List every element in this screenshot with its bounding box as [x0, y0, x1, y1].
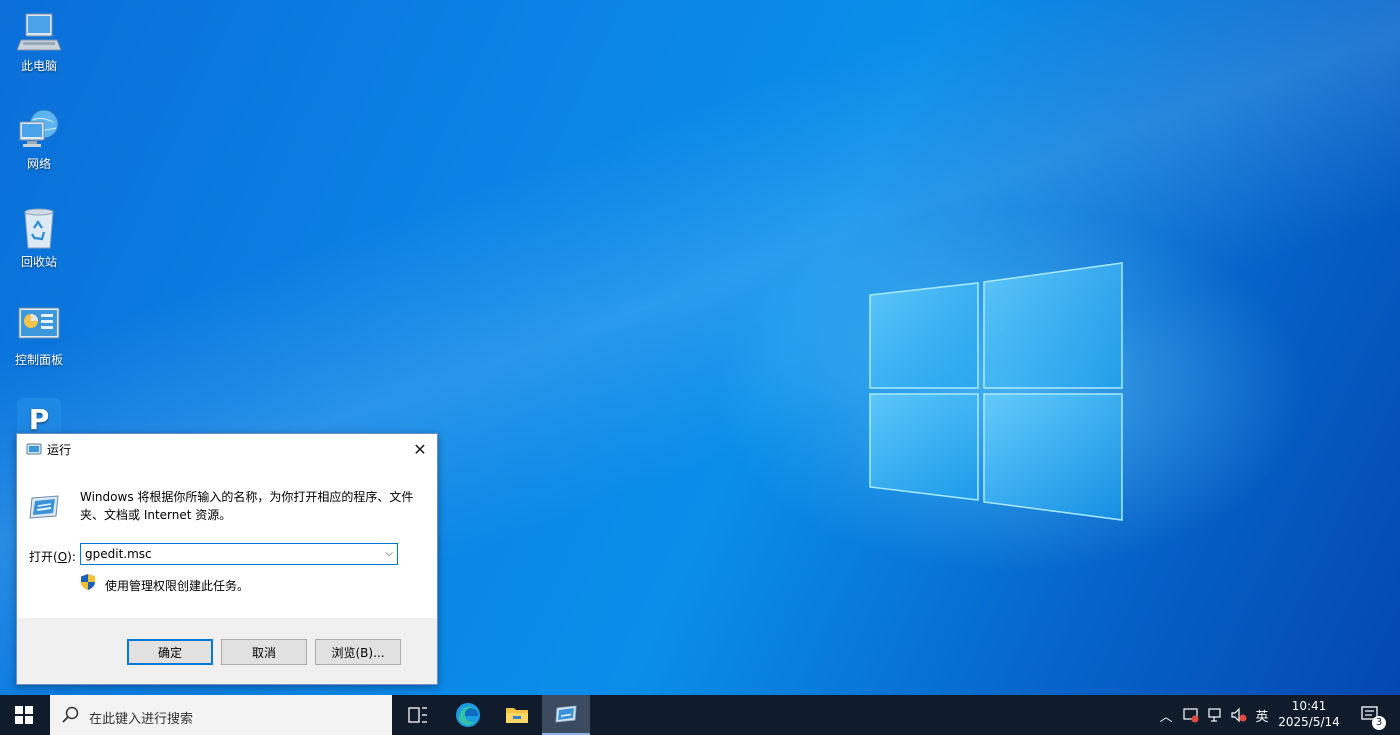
desktop-icon-network[interactable]: 网络: [6, 108, 72, 172]
taskbar-search-box[interactable]: 在此键入进行搜索: [50, 695, 392, 735]
chevron-down-icon[interactable]: ⌵: [385, 548, 393, 559]
taskbar-file-explorer-button[interactable]: [493, 695, 541, 735]
tray-volume-button[interactable]: [1228, 695, 1250, 735]
open-combobox[interactable]: gpedit.msc ⌵: [80, 543, 398, 565]
task-view-icon: [408, 707, 427, 723]
chevron-up-icon: ︿: [1159, 709, 1173, 725]
desktop-icon-recycle-bin[interactable]: 回收站: [6, 206, 72, 270]
search-placeholder: 在此键入进行搜索: [89, 712, 194, 727]
tray-security-button[interactable]: [1180, 695, 1202, 735]
recycle-bin-icon: [17, 206, 61, 250]
dialog-title: 运行: [47, 443, 72, 457]
security-alert-icon: [1183, 708, 1199, 723]
ok-button[interactable]: 确定: [127, 639, 213, 665]
task-view-button[interactable]: [394, 695, 442, 735]
control-panel-icon: [17, 304, 61, 348]
clock-time: 10:41: [1291, 699, 1327, 713]
taskbar: 在此键入进行搜索 ︿ 英 10:41 2025/5/14 3: [0, 695, 1400, 735]
windows-logo-wallpaper: [869, 262, 1123, 521]
desktop: 此电脑 网络 回收站 控制面板 P 运行 ✕ Windows 将根据你所输入的名…: [0, 0, 1400, 695]
desktop-icon-this-pc[interactable]: 此电脑: [6, 10, 72, 74]
show-hidden-icons-button[interactable]: ︿: [1156, 695, 1176, 735]
search-icon: [62, 706, 79, 723]
dialog-footer: 确定 取消 浏览(B)...: [17, 618, 437, 684]
network-icon: [17, 108, 61, 152]
taskbar-clock[interactable]: 10:41 2025/5/14: [1276, 698, 1342, 730]
cancel-button[interactable]: 取消: [221, 639, 307, 665]
close-button[interactable]: ✕: [403, 434, 437, 464]
clock-date: 2025/5/14: [1278, 715, 1340, 729]
desktop-icon-control-panel[interactable]: 控制面板: [6, 304, 72, 368]
open-label: 打开(O):: [29, 550, 76, 564]
run-app-icon: [555, 705, 577, 723]
close-icon: ✕: [413, 439, 427, 459]
ime-indicator[interactable]: 英: [1252, 695, 1272, 735]
edge-icon: [456, 703, 480, 727]
open-input[interactable]: gpedit.msc: [85, 547, 152, 561]
taskbar-run-button[interactable]: [542, 695, 590, 735]
uac-shield-icon: [81, 574, 95, 590]
this-pc-icon: [16, 10, 62, 54]
tray-network-button[interactable]: [1204, 695, 1226, 735]
dialog-description: Windows 将根据你所输入的名称，为你打开相应的程序、文件夹、文档或 Int…: [80, 490, 414, 522]
run-icon: [29, 495, 59, 519]
run-title-icon: [26, 443, 42, 455]
taskbar-edge-button[interactable]: [444, 695, 492, 735]
folder-icon: [506, 708, 528, 723]
browse-button[interactable]: 浏览(B)...: [315, 639, 401, 665]
network-status-icon: [1208, 708, 1221, 722]
volume-muted-icon: [1231, 707, 1247, 723]
notification-badge: 3: [1372, 716, 1386, 730]
windows-start-icon: [15, 706, 33, 724]
dialog-titlebar[interactable]: 运行 ✕: [17, 434, 437, 464]
admin-privilege-text: 使用管理权限创建此任务。: [105, 579, 250, 593]
run-dialog: 运行 ✕ Windows 将根据你所输入的名称，为你打开相应的程序、文件夹、文档…: [16, 433, 438, 685]
action-center-button[interactable]: 3: [1352, 695, 1390, 735]
start-button[interactable]: [0, 695, 48, 735]
